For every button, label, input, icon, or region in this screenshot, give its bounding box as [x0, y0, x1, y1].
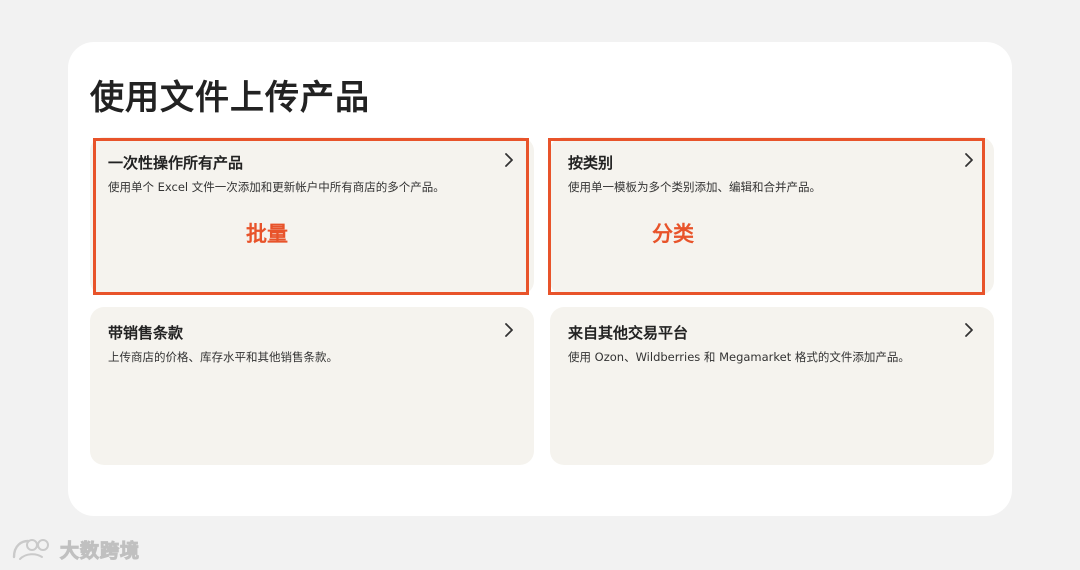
card-by-category[interactable]: 按类别 使用单一模板为多个类别添加、编辑和合并产品。 [550, 137, 994, 295]
watermark-logo-icon [12, 539, 49, 560]
chevron-right-icon [505, 323, 513, 337]
card-description: 使用单个 Excel 文件一次添加和更新帐户中所有商店的多个产品。 [108, 180, 445, 194]
card-description: 上传商店的价格、库存水平和其他销售条款。 [108, 350, 338, 364]
page-title: 使用文件上传产品 [90, 78, 370, 118]
card-title: 来自其他交易平台 [568, 324, 689, 342]
watermark-text: 大数跨境 [59, 539, 141, 562]
annotation-category: 分类 [652, 222, 694, 246]
card-title: 带销售条款 [108, 324, 184, 342]
chevron-right-icon [965, 323, 973, 337]
chevron-right-icon [505, 153, 513, 167]
upload-products-panel: 使用文件上传产品 一次性操作所有产品 使用单个 Excel 文件一次添加和更新帐… [68, 42, 1012, 516]
card-all-products-at-once[interactable]: 一次性操作所有产品 使用单个 Excel 文件一次添加和更新帐户中所有商店的多个… [90, 137, 534, 295]
chevron-right-icon [965, 153, 973, 167]
card-description: 使用单一模板为多个类别添加、编辑和合并产品。 [568, 180, 821, 194]
card-with-sales-terms[interactable]: 带销售条款 上传商店的价格、库存水平和其他销售条款。 [90, 307, 534, 465]
card-title: 按类别 [568, 154, 614, 172]
card-description: 使用 Ozon、Wildberries 和 Megamarket 格式的文件添加… [568, 350, 910, 364]
card-from-other-marketplaces[interactable]: 来自其他交易平台 使用 Ozon、Wildberries 和 Megamarke… [550, 307, 994, 465]
annotation-batch: 批量 [246, 222, 288, 246]
watermark: 大数跨境 [10, 534, 140, 564]
card-title: 一次性操作所有产品 [108, 154, 244, 172]
